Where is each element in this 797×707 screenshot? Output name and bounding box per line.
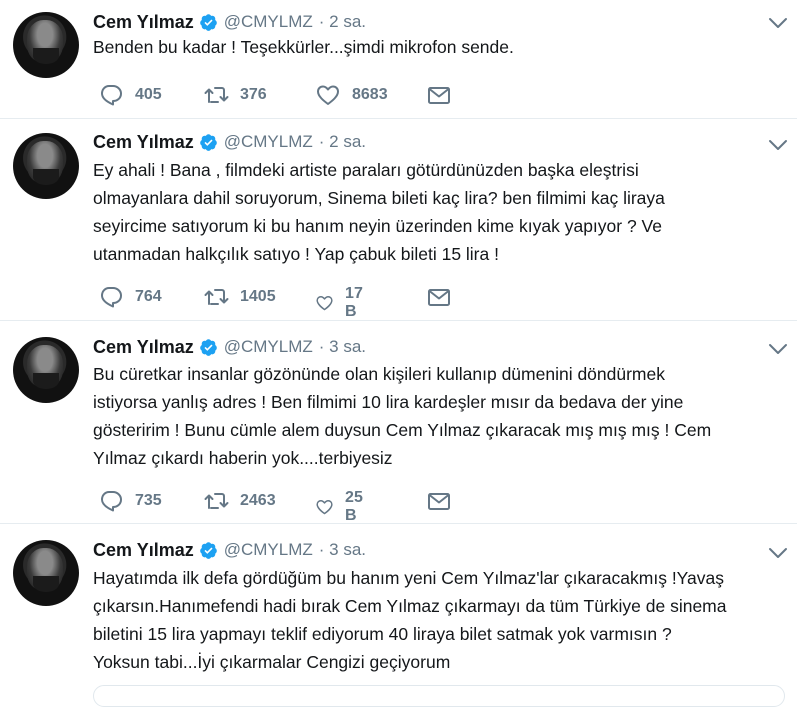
retweet-count: 376	[240, 86, 267, 103]
tweet-header: Cem Yılmaz @CMYLMZ · 2 sa.	[93, 11, 366, 33]
tweet-header: Cem Yılmaz @CMYLMZ · 2 sa.	[93, 131, 366, 153]
chevron-down-icon[interactable]	[768, 138, 788, 152]
retweet-icon	[204, 289, 229, 305]
retweet-count: 1405	[240, 288, 276, 305]
envelope-icon	[428, 87, 450, 104]
retweet-button[interactable]: 376	[203, 83, 267, 107]
retweet-icon	[204, 87, 229, 103]
tweet-2[interactable]: Cem Yılmaz @CMYLMZ · 2 sa. Ey ahali ! Ba…	[0, 119, 797, 321]
avatar[interactable]	[13, 540, 79, 606]
retweet-icon	[204, 493, 229, 509]
timestamp[interactable]: · 3 sa.	[319, 540, 366, 560]
like-button[interactable]: 17 B	[315, 285, 370, 321]
verified-badge-icon	[199, 338, 217, 356]
reply-count: 735	[135, 492, 162, 509]
chevron-down-icon[interactable]	[768, 546, 788, 560]
avatar[interactable]	[13, 337, 79, 403]
avatar[interactable]	[13, 12, 79, 78]
heart-icon	[316, 296, 333, 311]
tweet-header: Cem Yılmaz @CMYLMZ · 3 sa.	[93, 336, 366, 358]
envelope-icon	[428, 493, 450, 510]
tweet-text: Benden bu kadar ! Teşekkürler...şimdi mi…	[93, 37, 514, 57]
avatar[interactable]	[13, 133, 79, 199]
quoted-tweet-card-edge[interactable]	[93, 685, 785, 707]
author-handle[interactable]: @CMYLMZ	[224, 12, 313, 32]
tweet-text: Bu cüretkar insanlar gözönünde olan kişi…	[93, 364, 712, 468]
like-button[interactable]: 8683	[315, 83, 388, 107]
reply-icon	[101, 491, 122, 512]
retweet-button[interactable]: 2463	[203, 489, 276, 513]
envelope-icon	[428, 289, 450, 306]
like-count: 17 B	[345, 285, 363, 320]
tweet-1[interactable]: Cem Yılmaz @CMYLMZ · 2 sa. Benden bu kad…	[0, 0, 797, 118]
chevron-down-icon[interactable]	[768, 16, 788, 30]
verified-badge-icon	[199, 133, 217, 151]
author-name[interactable]: Cem Yılmaz	[93, 12, 194, 33]
direct-message-button[interactable]	[426, 83, 452, 107]
reply-button[interactable]: 735	[98, 489, 162, 513]
heart-icon	[317, 85, 339, 105]
reply-icon	[101, 85, 122, 106]
retweet-count: 2463	[240, 492, 276, 509]
tweet-header: Cem Yılmaz @CMYLMZ · 3 sa.	[93, 539, 366, 561]
timestamp[interactable]: · 2 sa.	[319, 132, 366, 152]
reply-count: 764	[135, 288, 162, 305]
direct-message-button[interactable]	[426, 489, 452, 513]
timestamp[interactable]: · 2 sa.	[319, 12, 366, 32]
retweet-button[interactable]: 1405	[203, 285, 276, 309]
author-handle[interactable]: @CMYLMZ	[224, 337, 313, 357]
author-name[interactable]: Cem Yılmaz	[93, 540, 194, 561]
reply-count: 405	[135, 86, 162, 103]
author-handle[interactable]: @CMYLMZ	[224, 132, 313, 152]
like-button[interactable]: 25 B	[315, 489, 370, 525]
verified-badge-icon	[199, 541, 217, 559]
like-count: 8683	[352, 86, 388, 103]
heart-icon	[316, 500, 333, 515]
reply-button[interactable]: 405	[98, 83, 162, 107]
tweet-text: Hayatımda ilk defa gördüğüm bu hanım yen…	[93, 568, 727, 672]
author-name[interactable]: Cem Yılmaz	[93, 132, 194, 153]
author-name[interactable]: Cem Yılmaz	[93, 337, 194, 358]
reply-icon	[101, 287, 122, 308]
timestamp[interactable]: · 3 sa.	[319, 337, 366, 357]
chevron-down-icon[interactable]	[768, 342, 788, 356]
direct-message-button[interactable]	[426, 285, 452, 309]
verified-badge-icon	[199, 13, 217, 31]
tweet-3[interactable]: Cem Yılmaz @CMYLMZ · 3 sa. Bu cüretkar i…	[0, 321, 797, 525]
tweet-text: Ey ahali ! Bana , filmdeki artiste paral…	[93, 160, 665, 264]
author-handle[interactable]: @CMYLMZ	[224, 540, 313, 560]
like-count: 25 B	[345, 489, 363, 524]
reply-button[interactable]: 764	[98, 285, 162, 309]
tweet-4[interactable]: Cem Yılmaz @CMYLMZ · 3 sa. Hayatımda ilk…	[0, 524, 797, 707]
